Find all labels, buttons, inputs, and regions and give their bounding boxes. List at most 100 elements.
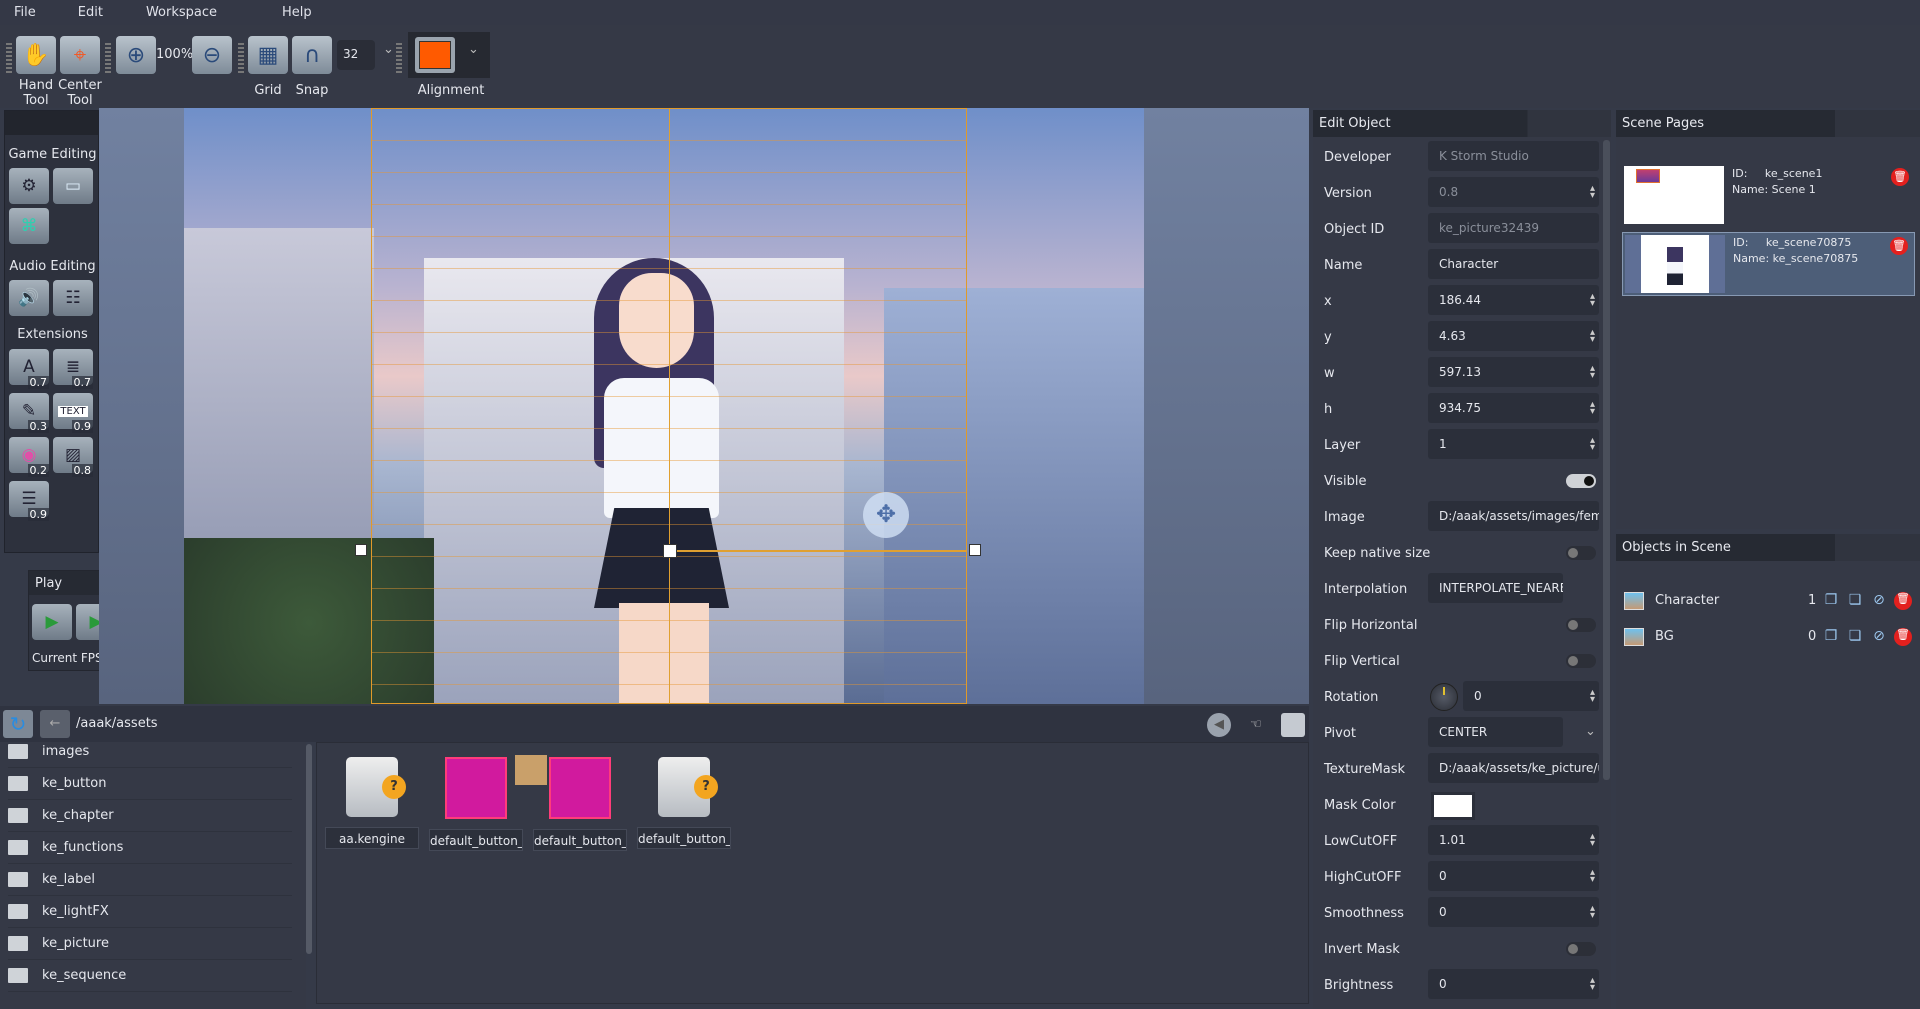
extension-text-button[interactable]: TEXT 0.9 bbox=[53, 393, 93, 433]
mixer-button[interactable]: ☷ bbox=[53, 280, 93, 316]
scene-page-item[interactable]: ID: ke_scene1 Name: Scene 1 🗑 bbox=[1622, 164, 1915, 228]
x-input[interactable]: 186.44 ▴ ▾ bbox=[1428, 285, 1599, 315]
w-input[interactable]: 597.13 ▴ ▾ bbox=[1428, 357, 1599, 387]
flow-editor-button[interactable]: ⌘ bbox=[9, 208, 49, 244]
brightness-input[interactable]: 0 ▴ ▾ bbox=[1428, 969, 1599, 999]
h-input[interactable]: 934.75 ▴ ▾ bbox=[1428, 393, 1599, 423]
window-mode-icon[interactable] bbox=[1281, 713, 1305, 737]
spin-arrows-icon[interactable]: ▴ ▾ bbox=[1590, 976, 1595, 993]
object-row[interactable]: Character 1 ❐ ❏ ⊘ 🗑 bbox=[1624, 586, 1916, 616]
menu-help[interactable]: Help bbox=[282, 5, 312, 20]
new-page-button[interactable]: ▭ bbox=[53, 168, 93, 204]
name-input[interactable]: Character bbox=[1428, 249, 1599, 279]
folder-item[interactable]: images bbox=[8, 736, 292, 768]
highcutoff-input[interactable]: 0 ▴ ▾ bbox=[1428, 861, 1599, 891]
extension-lightfx-button[interactable]: ◉ 0.2 bbox=[9, 437, 49, 477]
toolbar-grip[interactable] bbox=[105, 43, 111, 73]
folder-item[interactable]: ke_label bbox=[8, 864, 292, 896]
menu-workspace[interactable]: Workspace bbox=[146, 5, 217, 20]
folder-item[interactable]: ke_chapter bbox=[8, 800, 292, 832]
smoothness-input[interactable]: 0 ▴ ▾ bbox=[1428, 897, 1599, 927]
spin-arrows-icon[interactable]: ▴ ▾ bbox=[1590, 832, 1595, 849]
extension-picture-button[interactable]: ▨ 0.8 bbox=[53, 437, 93, 477]
y-input[interactable]: 4.63 ▴ ▾ bbox=[1428, 321, 1599, 351]
menu-edit[interactable]: Edit bbox=[78, 5, 103, 20]
delete-object-icon[interactable]: 🗑 bbox=[1894, 628, 1912, 646]
visibility-icon[interactable]: ⊘ bbox=[1870, 592, 1888, 610]
resize-handle-right[interactable] bbox=[969, 544, 981, 556]
alignment-picker[interactable]: ⌄ bbox=[408, 32, 490, 78]
extension-chapter-button[interactable]: ✎ 0.3 bbox=[9, 393, 49, 433]
scene-page-item-selected[interactable]: ID: ke_scene70875 Name: ke_scene70875 🗑 bbox=[1622, 232, 1915, 296]
toolbar-grip[interactable] bbox=[238, 43, 244, 73]
keep-native-size-toggle[interactable] bbox=[1566, 546, 1596, 560]
zoom-in-button[interactable]: ⊕ bbox=[116, 36, 156, 74]
layer-input[interactable]: 1 ▴ ▾ bbox=[1428, 429, 1599, 459]
bring-forward-icon[interactable]: ❐ bbox=[1822, 628, 1840, 646]
back-button[interactable]: ← bbox=[40, 710, 70, 738]
spin-arrows-icon[interactable]: ▴ ▾ bbox=[1590, 904, 1595, 921]
extension-sequence-button[interactable]: ☰ 0.9 bbox=[9, 481, 49, 521]
settings-button[interactable]: ⚙ bbox=[9, 168, 49, 204]
file-item[interactable]: default_button_ bbox=[515, 753, 627, 851]
alignment-button[interactable] bbox=[415, 37, 455, 73]
visible-toggle[interactable] bbox=[1566, 474, 1596, 488]
sound-button[interactable]: 🔊 bbox=[9, 280, 49, 316]
center-tool-button[interactable]: ⌖ bbox=[60, 36, 100, 74]
folder-item[interactable]: ke_button bbox=[8, 768, 292, 800]
folder-item[interactable]: ke_functions bbox=[8, 832, 292, 864]
resize-handle-left[interactable] bbox=[355, 544, 367, 556]
visibility-icon[interactable]: ⊘ bbox=[1870, 628, 1888, 646]
extension-label-button[interactable]: A 0.7 bbox=[9, 349, 49, 389]
hand-cursor-icon[interactable]: ☜ bbox=[1243, 713, 1269, 737]
grid-button[interactable]: ▦ bbox=[248, 36, 288, 74]
flip-vertical-toggle[interactable] bbox=[1566, 654, 1596, 668]
file-item[interactable]: ? aa.kengine bbox=[325, 753, 419, 849]
back-nav-icon[interactable]: ◀ bbox=[1207, 713, 1231, 737]
extension-script-button[interactable]: ≣ 0.7 bbox=[53, 349, 93, 389]
spin-arrows-icon[interactable]: ▴ ▾ bbox=[1590, 400, 1595, 417]
flip-horizontal-toggle[interactable] bbox=[1566, 618, 1596, 632]
delete-scene-icon[interactable]: 🗑 bbox=[1891, 168, 1909, 186]
send-backward-icon[interactable]: ❏ bbox=[1846, 628, 1864, 646]
folder-list-scrollbar[interactable] bbox=[306, 744, 312, 954]
zoom-out-button[interactable]: ⊖ bbox=[192, 36, 232, 74]
file-item[interactable]: default_button_ bbox=[429, 753, 523, 851]
texturemask-input[interactable]: D:/aaak/assets/ke_picture/un bbox=[1428, 753, 1599, 783]
spin-arrows-icon[interactable]: ▴ ▾ bbox=[1590, 436, 1595, 453]
spin-arrows-icon[interactable]: ▴ ▾ bbox=[1590, 184, 1595, 201]
snap-size-dropdown-chevron-icon[interactable]: ⌄ bbox=[383, 42, 394, 57]
spin-arrows-icon[interactable]: ▴ ▾ bbox=[1590, 688, 1595, 705]
hand-tool-button[interactable]: ✋ bbox=[16, 36, 56, 74]
folder-item[interactable]: ke_lightFX bbox=[8, 896, 292, 928]
delete-scene-icon[interactable]: 🗑 bbox=[1890, 237, 1908, 255]
play-scene-button[interactable]: ▶ bbox=[32, 604, 72, 640]
send-backward-icon[interactable]: ❏ bbox=[1846, 592, 1864, 610]
pivot-handle[interactable] bbox=[663, 544, 677, 558]
refresh-button[interactable]: ↻ bbox=[3, 710, 33, 738]
mask-color-swatch[interactable] bbox=[1431, 792, 1475, 820]
image-input[interactable]: D:/aaak/assets/images/female bbox=[1428, 501, 1599, 531]
alignment-chevron-icon[interactable]: ⌄ bbox=[468, 42, 479, 57]
spin-arrows-icon[interactable]: ▴ ▾ bbox=[1590, 328, 1595, 345]
pivot-select[interactable]: CENTER bbox=[1428, 717, 1563, 747]
scene-canvas[interactable]: ✥ bbox=[184, 108, 1144, 704]
toolbar-grip[interactable] bbox=[6, 43, 12, 73]
folder-item[interactable]: ke_sequence bbox=[8, 960, 292, 992]
delete-object-icon[interactable]: 🗑 bbox=[1894, 592, 1912, 610]
snap-size-input[interactable]: 32 bbox=[337, 40, 375, 70]
file-item[interactable]: ? default_button_ bbox=[637, 753, 731, 849]
rotation-input[interactable]: 0 ▴ ▾ bbox=[1463, 681, 1599, 711]
interpolation-select[interactable]: INTERPOLATE_NEAREST bbox=[1428, 573, 1563, 603]
edit-object-scrollbar[interactable] bbox=[1603, 140, 1610, 780]
invert-mask-toggle[interactable] bbox=[1566, 942, 1596, 956]
bring-forward-icon[interactable]: ❐ bbox=[1822, 592, 1840, 610]
snap-button[interactable]: ∩ bbox=[292, 36, 332, 74]
spin-arrows-icon[interactable]: ▴ ▾ bbox=[1590, 292, 1595, 309]
rotation-dial-icon[interactable] bbox=[1430, 683, 1458, 711]
spin-arrows-icon[interactable]: ▴ ▾ bbox=[1590, 868, 1595, 885]
folder-item[interactable]: ke_picture bbox=[8, 928, 292, 960]
chevron-down-icon[interactable]: ⌄ bbox=[1585, 724, 1596, 739]
spin-arrows-icon[interactable]: ▴ ▾ bbox=[1590, 364, 1595, 381]
lowcutoff-input[interactable]: 1.01 ▴ ▾ bbox=[1428, 825, 1599, 855]
